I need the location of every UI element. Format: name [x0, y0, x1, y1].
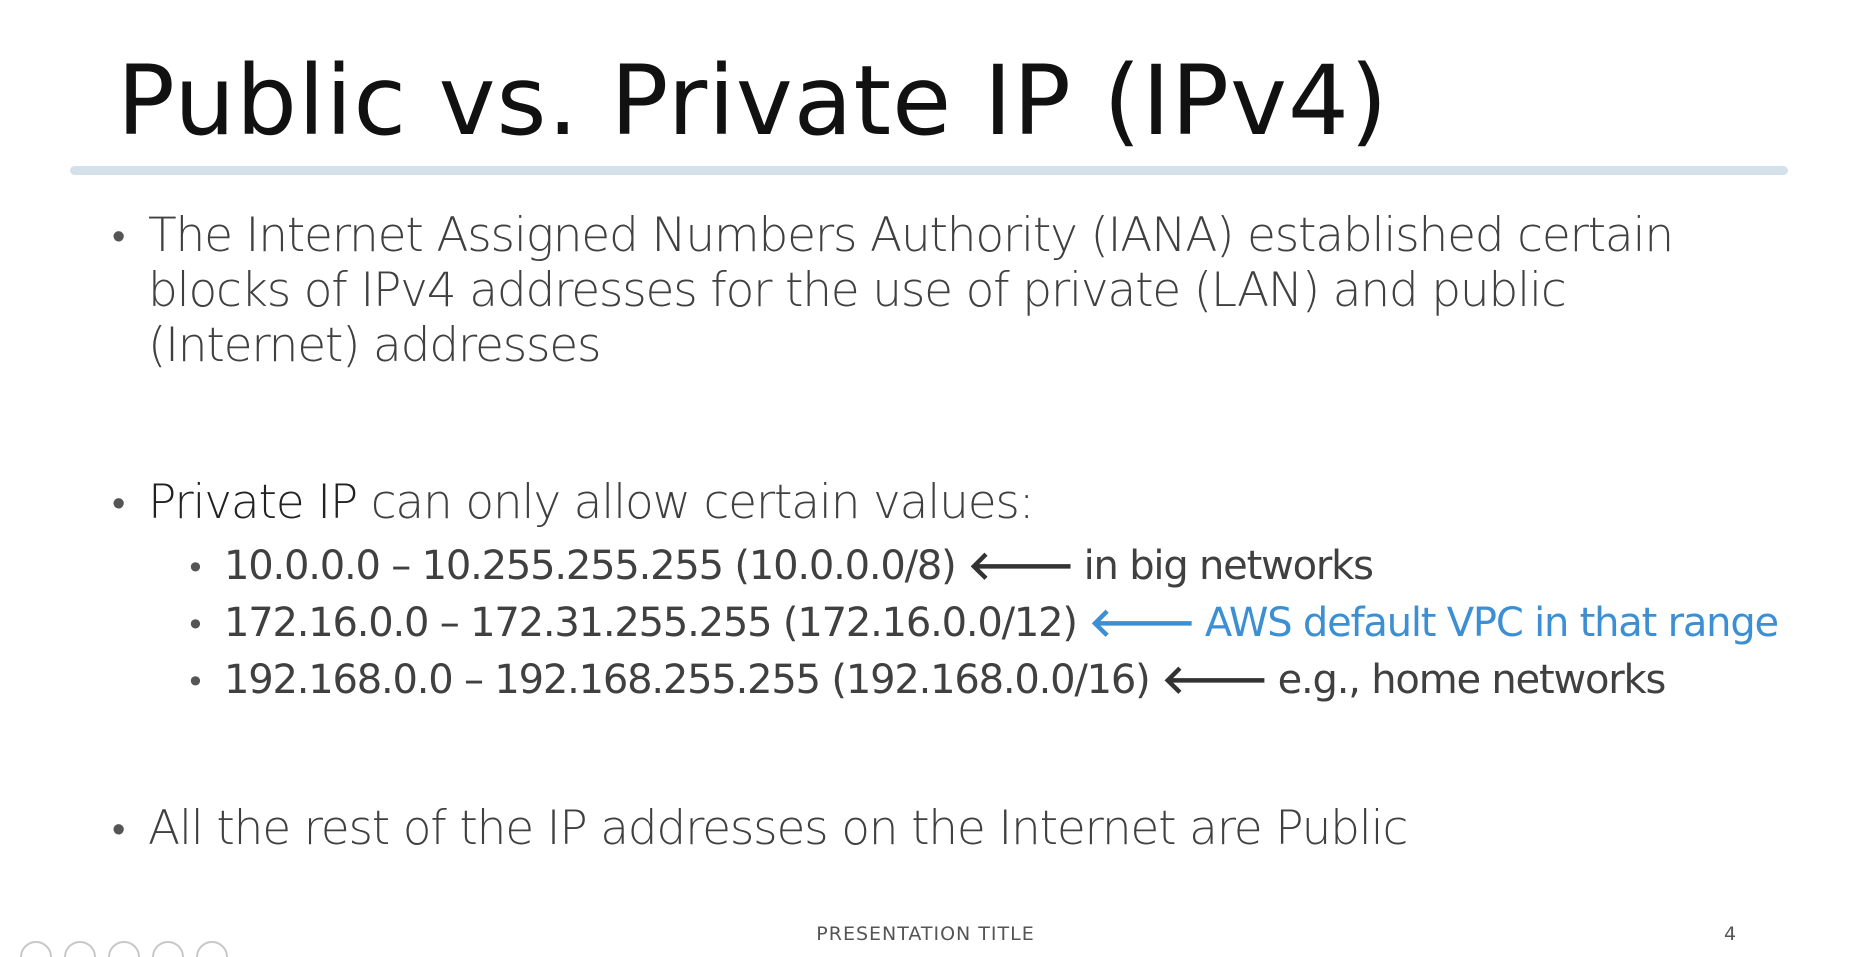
slide-title: Public vs. Private IP (IPv4) — [117, 45, 1389, 157]
private-ip-rest: can only allow certain values: — [357, 475, 1035, 530]
range-text: 10.0.0.0 – 10.255.255.255 (10.0.0.0/8) — [224, 543, 957, 589]
sub-bullet-dot: • — [186, 549, 205, 587]
previous-slide-icon[interactable] — [20, 941, 52, 957]
sub-bullet-dot: • — [186, 606, 205, 644]
page-number: 4 — [1724, 923, 1737, 945]
more-options-icon[interactable] — [196, 941, 228, 957]
bullet-public-text: All the rest of the IP addresses on the … — [148, 801, 1408, 856]
bullet-iana-text: The Internet Assigned Numbers Authority … — [148, 208, 1674, 373]
bullet-public: • All the rest of the IP addresses on th… — [112, 801, 1408, 857]
footer-title: PRESENTATION TITLE — [816, 923, 1035, 945]
sub-bullet-range-10: • 10.0.0.0 – 10.255.255.255 (10.0.0.0/8) 🡐… — [186, 538, 1374, 596]
title-divider — [70, 166, 1788, 175]
left-arrow-icon: 🡐 — [967, 543, 1075, 589]
bullet-dot: • — [112, 481, 126, 525]
left-arrow-icon: 🡐 — [1161, 657, 1269, 703]
bullet-private-ip: • Private IP can only allow certain valu… — [112, 475, 1035, 531]
bullet-dot: • — [112, 807, 126, 851]
sub-bullet-range-192: • 192.168.0.0 – 192.168.255.255 (192.168.… — [186, 652, 1667, 710]
zoom-icon[interactable] — [152, 941, 184, 957]
sub-bullet-dot: • — [186, 663, 205, 701]
range-note: in big networks — [1083, 543, 1374, 589]
slide-grid-icon[interactable] — [108, 941, 140, 957]
pen-tool-icon[interactable] — [64, 941, 96, 957]
slideshow-controls — [20, 941, 228, 957]
bullet-dot: • — [112, 214, 126, 258]
range-note: e.g., home networks — [1277, 657, 1667, 703]
slide: Public vs. Private IP (IPv4) • The Inter… — [0, 0, 1851, 957]
sub-bullet-range-172: • 172.16.0.0 – 172.31.255.255 (172.16.0.0… — [186, 595, 1779, 653]
range-text: 192.168.0.0 – 192.168.255.255 (192.168.0… — [224, 657, 1151, 703]
range-note-highlight: AWS default VPC in that range — [1204, 600, 1779, 646]
left-arrow-icon: 🡐 — [1088, 600, 1196, 646]
bullet-private-text: Private IP can only allow certain values… — [148, 475, 1035, 530]
bullet-iana: • The Internet Assigned Numbers Authorit… — [112, 208, 1732, 373]
private-ip-label: Private IP — [148, 475, 358, 530]
range-text: 172.16.0.0 – 172.31.255.255 (172.16.0.0/… — [224, 600, 1078, 646]
